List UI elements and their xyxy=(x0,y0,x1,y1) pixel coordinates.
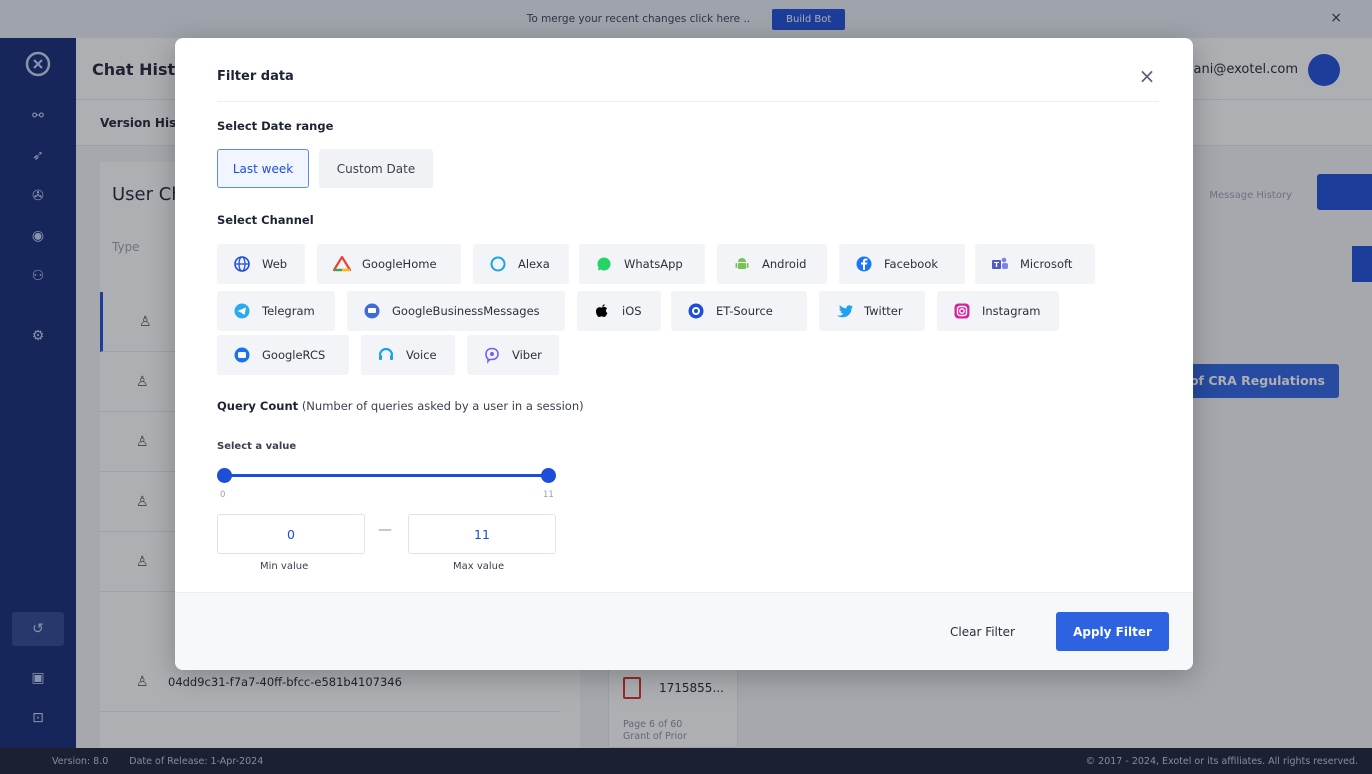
channel-label-whatsapp: WhatsApp xyxy=(624,257,683,271)
globe-icon xyxy=(233,255,251,273)
channel-label-instagram: Instagram xyxy=(982,304,1041,318)
last-week-button[interactable]: Last week xyxy=(217,149,309,188)
filter-modal: Filter data × Select Date range Last wee… xyxy=(175,38,1193,670)
channel-whatsapp[interactable]: WhatsApp xyxy=(579,244,705,284)
query-range-track[interactable] xyxy=(224,474,548,477)
modal-header: Filter data × xyxy=(217,38,1159,102)
channel-label-googlehome: GoogleHome xyxy=(362,257,437,271)
min-slider-handle[interactable] xyxy=(217,468,232,483)
channel-microsoft[interactable]: T Microsoft xyxy=(975,244,1095,284)
channel-googlebusinessmessages[interactable]: GoogleBusinessMessages xyxy=(347,291,565,331)
telegram-icon xyxy=(233,302,251,320)
channel-twitter[interactable]: Twitter xyxy=(819,291,925,331)
modal-title: Filter data xyxy=(217,69,294,84)
instagram-icon xyxy=(953,302,971,320)
channel-label-alexa: Alexa xyxy=(518,257,550,271)
svg-text:T: T xyxy=(994,261,999,269)
channel-label-android: Android xyxy=(762,257,807,271)
range-dash: — xyxy=(378,522,392,538)
max-slider-handle[interactable] xyxy=(541,468,556,483)
channel-alexa[interactable]: Alexa xyxy=(473,244,569,284)
channel-web[interactable]: Web xyxy=(217,244,305,284)
channel-googlehome[interactable]: GoogleHome xyxy=(317,244,461,284)
channel-voice[interactable]: Voice xyxy=(361,335,455,375)
channel-label: Select Channel xyxy=(217,213,314,227)
date-range-label: Select Date range xyxy=(217,119,334,133)
query-count-subtitle: (Number of queries asked by a user in a … xyxy=(301,399,584,413)
select-value-label: Select a value xyxy=(217,441,297,452)
clear-filter-button[interactable]: Clear Filter xyxy=(950,625,1015,639)
slider-min-tick: 0 xyxy=(220,490,226,500)
apple-icon xyxy=(593,302,611,320)
close-icon[interactable]: × xyxy=(1135,64,1159,88)
channel-et-source[interactable]: ET-Source xyxy=(671,291,807,331)
apply-filter-button[interactable]: Apply Filter xyxy=(1056,612,1169,651)
channel-googlercs[interactable]: GoogleRCS xyxy=(217,335,349,375)
channel-telegram[interactable]: Telegram xyxy=(217,291,335,331)
channel-instagram[interactable]: Instagram xyxy=(937,291,1059,331)
slider-max-tick: 11 xyxy=(543,490,554,500)
android-icon xyxy=(733,255,751,273)
channel-viber[interactable]: Viber xyxy=(467,335,559,375)
min-value-input[interactable] xyxy=(217,514,365,554)
custom-date-button[interactable]: Custom Date xyxy=(319,149,433,188)
viber-icon xyxy=(483,346,501,364)
channel-label-ios: iOS xyxy=(622,304,642,318)
min-value-caption: Min value xyxy=(260,561,309,572)
channel-label-viber: Viber xyxy=(512,348,542,362)
channel-label-googlebusinessmessages: GoogleBusinessMessages xyxy=(392,304,540,318)
channel-label-voice: Voice xyxy=(406,348,437,362)
et-source-icon xyxy=(687,302,705,320)
channel-ios[interactable]: iOS xyxy=(577,291,661,331)
query-count-title: Query Count (Number of queries asked by … xyxy=(217,399,584,413)
max-value-input[interactable] xyxy=(408,514,556,554)
channel-facebook[interactable]: Facebook xyxy=(839,244,965,284)
modal-footer xyxy=(175,592,1193,670)
twitter-icon xyxy=(835,302,853,320)
google-home-icon xyxy=(333,255,351,273)
voice-icon xyxy=(377,346,395,364)
channel-label-et-source: ET-Source xyxy=(716,304,773,318)
channel-label-twitter: Twitter xyxy=(864,304,903,318)
rcs-icon xyxy=(233,346,251,364)
channel-label-facebook: Facebook xyxy=(884,257,939,271)
query-count-heading: Query Count xyxy=(217,399,299,413)
channel-android[interactable]: Android xyxy=(717,244,827,284)
max-value-caption: Max value xyxy=(453,561,505,572)
business-messages-icon xyxy=(363,302,381,320)
whatsapp-icon xyxy=(595,255,613,273)
channel-label-telegram: Telegram xyxy=(262,304,315,318)
channel-label-googlercs: GoogleRCS xyxy=(262,348,326,362)
channel-label-web: Web xyxy=(262,257,288,271)
teams-icon: T xyxy=(991,255,1009,273)
facebook-icon xyxy=(855,255,873,273)
alexa-icon xyxy=(489,255,507,273)
channel-label-microsoft: Microsoft xyxy=(1020,257,1073,271)
